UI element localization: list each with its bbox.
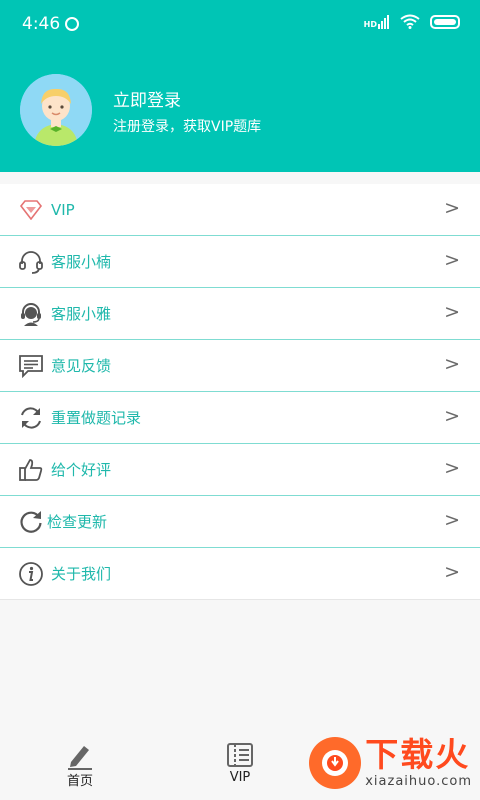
info-icon [18,561,44,587]
tab-label: VIP [229,770,251,785]
chevron-right-icon: > [444,509,460,531]
chevron-right-icon: > [444,457,460,479]
thumbs-up-icon [18,457,44,483]
menu-item-check-update[interactable]: 检查更新 > [0,496,480,548]
menu-label: 客服小楠 [51,253,112,271]
headset-icon [18,249,44,275]
feedback-icon [18,353,44,379]
tab-home[interactable]: 首页 [40,740,120,789]
bottom-tab-bar: 首页 VIP 下载火 xiazaihuo.com [0,726,480,800]
menu-item-rate-us[interactable]: 给个好评 > [0,444,480,496]
pencil-icon [68,746,92,770]
menu-item-service-xiaonan[interactable]: 客服小楠 > [0,236,480,288]
menu-label: 关于我们 [51,565,112,583]
chevron-right-icon: > [444,561,460,583]
watermark-url: xiazaihuo.com [365,774,472,789]
menu-label: 客服小雅 [51,305,112,323]
diamond-icon [18,197,44,223]
signal-icon: HD [363,14,390,29]
support-agent-icon [18,301,44,327]
menu-item-about-us[interactable]: 关于我们 > [0,548,480,599]
menu-label: VIP [51,200,75,219]
battery-icon [430,14,460,29]
status-bar: 4:46 HD [0,0,480,50]
network-type: HD [363,19,377,29]
status-time: 4:46 [22,14,61,34]
watermark: 下载火 xiazaihuo.com [265,726,480,800]
menu-label: 检查更新 [47,513,108,531]
chevron-right-icon: > [444,301,460,323]
ticket-icon [227,743,253,767]
chevron-right-icon: > [444,353,460,375]
profile-header: 4:46 HD 立即登录 注册登录，获取VIP题库 [0,0,480,172]
avatar[interactable] [20,74,92,146]
tab-label: 首页 [66,774,93,789]
menu-label: 意见反馈 [51,357,112,375]
menu-item-vip[interactable]: VIP > [0,184,480,236]
update-icon [18,509,44,535]
menu-label: 重置做题记录 [51,409,142,427]
watermark-title: 下载火 [365,735,471,774]
wifi-icon [400,14,420,29]
flame-logo-icon [309,737,362,789]
menu-item-feedback[interactable]: 意见反馈 > [0,340,480,392]
login-title[interactable]: 立即登录 [113,86,181,111]
chevron-right-icon: > [444,197,460,219]
menu-item-service-xiaoya[interactable]: 客服小雅 > [0,288,480,340]
status-icons: HD [364,14,460,29]
chevron-right-icon: > [444,249,460,271]
menu-label: 给个好评 [51,461,112,479]
menu-item-reset-records[interactable]: 重置做题记录 > [0,392,480,444]
notification-icon [65,17,79,31]
refresh-icon [18,405,44,431]
chevron-right-icon: > [444,405,460,427]
settings-menu: VIP > 客服小楠 > 客服小雅 > 意见反馈 > 重置做题记录 > 给个好评 [0,184,480,600]
login-subtitle: 注册登录，获取VIP题库 [113,119,262,135]
